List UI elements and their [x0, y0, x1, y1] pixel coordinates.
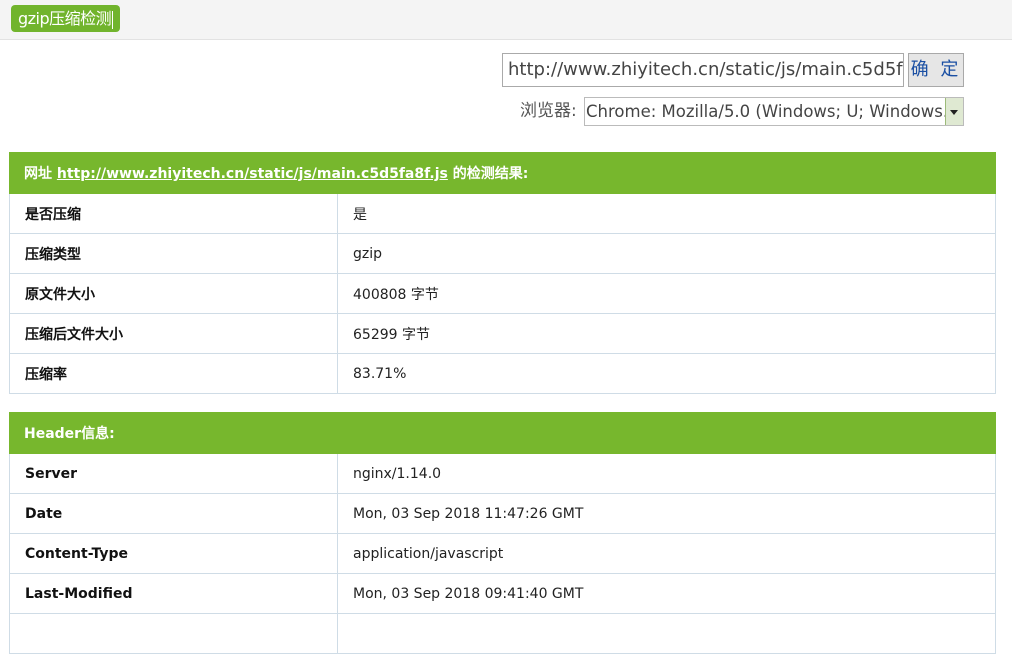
row-key: 压缩类型	[9, 233, 338, 274]
table-row: 压缩率 83.71%	[9, 353, 996, 394]
table-row: Content-Type application/javascript	[9, 533, 996, 574]
row-value: gzip	[337, 233, 996, 274]
row-value: 83.71%	[337, 353, 996, 394]
table-row: 压缩类型 gzip	[9, 233, 996, 274]
row-value: Mon, 03 Sep 2018 09:41:40 GMT	[337, 573, 996, 614]
row-key: 压缩率	[9, 353, 338, 394]
row-key: Content-Type	[9, 533, 338, 574]
header-table: Header信息: Server nginx/1.14.0 Date Mon, 03…	[9, 412, 996, 654]
row-value: application/javascript	[337, 533, 996, 574]
chevron-down-icon[interactable]	[945, 98, 963, 125]
browser-select[interactable]: Chrome: Mozilla/5.0 (Windows; U; Windows…	[584, 97, 964, 126]
row-value	[337, 613, 996, 654]
table-row: Last-Modified Mon, 03 Sep 2018 09:41:40 G…	[9, 573, 996, 614]
result-url-link[interactable]: http://www.zhiyitech.cn/static/js/main.c…	[57, 166, 448, 182]
browser-label: 浏览器:	[520, 101, 577, 121]
browser-select-value: Chrome: Mozilla/5.0 (Windows; U; Windows…	[586, 102, 959, 121]
confirm-button[interactable]: 确 定	[908, 53, 964, 87]
row-value: Mon, 03 Sep 2018 11:47:26 GMT	[337, 493, 996, 534]
url-input[interactable]: http://www.zhiyitech.cn/static/js/main.c…	[502, 53, 904, 87]
row-key	[9, 613, 338, 654]
table-row	[9, 613, 996, 654]
table-row: 压缩后文件大小 65299 字节	[9, 313, 996, 354]
row-value: 65299 字节	[337, 313, 996, 354]
result-table: 网址 http://www.zhiyitech.cn/static/js/mai…	[9, 152, 996, 394]
row-value: 400808 字节	[337, 273, 996, 314]
result-title-suffix: 的检测结果:	[452, 166, 529, 182]
table-row: 是否压缩是	[9, 193, 996, 234]
row-key: 压缩后文件大小	[9, 313, 338, 354]
table-row: Server nginx/1.14.0	[9, 453, 996, 494]
table-row: 原文件大小 400808 字节	[9, 273, 996, 314]
tool-tag-label: gzip压缩检测	[18, 9, 112, 28]
header-title: Header信息:	[9, 412, 996, 454]
result-table-header: 网址 http://www.zhiyitech.cn/static/js/mai…	[9, 152, 996, 194]
table-row: Date Mon, 03 Sep 2018 11:47:26 GMT	[9, 493, 996, 534]
header-table-header: Header信息:	[9, 412, 996, 454]
tool-tag[interactable]: gzip压缩检测	[11, 5, 121, 32]
top-bar: gzip压缩检测	[0, 0, 1012, 40]
row-key: 原文件大小	[9, 273, 338, 314]
text-caret	[112, 10, 114, 29]
row-key: Date	[9, 493, 338, 534]
result-title-prefix: 网址	[24, 166, 52, 182]
row-value: nginx/1.14.0	[337, 453, 996, 494]
result-title: 网址 http://www.zhiyitech.cn/static/js/mai…	[9, 152, 996, 194]
row-key: Last-Modified	[9, 573, 338, 614]
row-value: 是	[337, 193, 996, 234]
row-key: 是否压缩	[9, 193, 338, 234]
row-key: Server	[9, 453, 338, 494]
